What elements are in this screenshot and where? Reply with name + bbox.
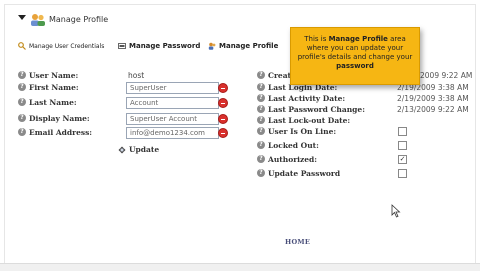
module-title: Manage Profile [49,15,109,24]
authorized-label: Authorized: [268,155,318,164]
help-icon[interactable]: ? [18,128,26,136]
help-icon[interactable]: ? [257,83,265,91]
help-icon[interactable]: ? [18,83,26,91]
key-icon [18,42,26,50]
tooltip-bold-1: Manage Profile [328,35,388,43]
authorized-checkbox[interactable]: ✓ [398,155,407,164]
last-activity-value: 2/19/2009 3:38 AM [397,94,469,103]
password-icon [118,43,126,49]
help-icon[interactable]: ? [257,141,265,149]
last-activity-label: Last Activity Date: [268,94,346,103]
user-online-label: User Is On Line: [268,127,337,136]
manage-password-link[interactable]: Manage Password [118,42,200,50]
help-icon[interactable]: ? [257,105,265,113]
save-icon [118,146,126,153]
last-password-change-label: Last Password Change: [268,105,365,114]
help-icon[interactable]: ? [18,98,26,106]
manage-profile-label: Manage Profile [219,42,279,50]
locked-out-checkbox[interactable] [398,141,407,150]
first-name-input[interactable]: SuperUser [126,82,219,94]
created-date-label: Creat [268,71,292,80]
manage-user-credentials-link[interactable]: Manage User Credentials [18,42,104,50]
last-lockout-label: Last Lock-out Date: [268,116,351,125]
manage-password-label: Manage Password [129,42,201,50]
home-link[interactable]: HOME [285,238,310,246]
help-icon[interactable]: ? [257,169,265,177]
locked-out-label: Locked Out: [268,141,319,150]
help-icon[interactable]: ? [18,71,26,79]
display-name-input[interactable]: SuperUser Account [126,113,219,125]
display-name-label: Display Name: [29,114,90,123]
required-icon [218,114,228,124]
email-input[interactable]: info@demo1234.com [126,127,219,139]
users-icon [31,14,45,26]
help-icon[interactable]: ? [257,71,265,79]
tooltip-text-1: This is [304,35,329,43]
created-date-value: 2009 9:22 AM [420,71,473,80]
first-name-label: First Name: [29,83,79,92]
update-button[interactable]: Update [118,145,159,154]
last-name-input[interactable]: Account [126,97,219,109]
last-password-change-value: 2/13/2009 9:22 AM [397,105,469,114]
update-password-checkbox[interactable] [398,169,407,178]
mouse-cursor-icon [391,204,401,218]
help-tooltip: This is Manage Profile area where you ca… [290,27,420,85]
collapse-arrow-icon[interactable] [18,15,26,20]
required-icon [218,98,228,108]
help-icon[interactable]: ? [257,116,265,124]
update-password-label: Update Password [268,169,341,178]
user-name-label: User Name: [29,71,79,80]
update-label: Update [129,145,160,154]
manage-profile-link[interactable]: Manage Profile [208,42,278,50]
tooltip-bold-2: password [336,62,374,70]
email-label: Email Address: [29,128,93,137]
required-icon [218,83,228,93]
profile-icon [208,42,216,50]
last-name-label: Last Name: [29,98,77,107]
help-icon[interactable]: ? [257,94,265,102]
user-online-checkbox[interactable] [398,127,407,136]
help-icon[interactable]: ? [257,127,265,135]
manage-user-credentials-label: Manage User Credentials [29,42,105,50]
help-icon[interactable]: ? [257,155,265,163]
required-icon [218,128,228,138]
user-name-value: host [128,71,145,80]
help-icon[interactable]: ? [18,114,26,122]
